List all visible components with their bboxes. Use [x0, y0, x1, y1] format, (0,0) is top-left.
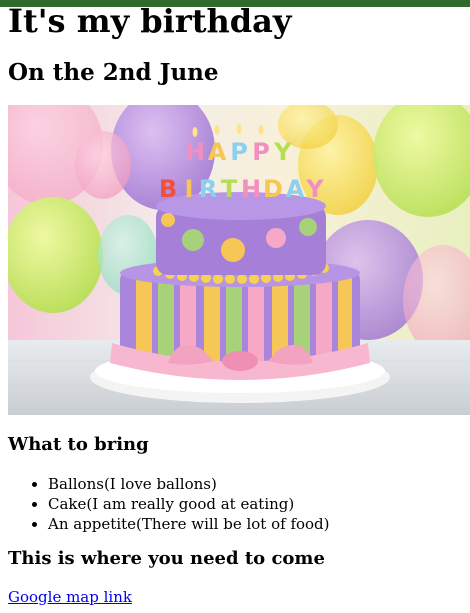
list-item: An appetite(There will be lot of food)	[48, 514, 330, 534]
bring-heading: What to bring	[8, 434, 149, 455]
list-item: Ballons(I love ballons)	[48, 474, 330, 494]
svg-text:P: P	[252, 138, 270, 166]
page-subtitle: On the 2nd June	[8, 59, 219, 86]
svg-text:Y: Y	[273, 138, 292, 166]
svg-text:A: A	[208, 138, 227, 166]
svg-text:B: B	[159, 175, 177, 203]
svg-text:D: D	[263, 175, 283, 203]
svg-text:H: H	[185, 138, 205, 166]
birthday-cake-image: H A P P Y B I R T H D A Y	[8, 105, 470, 415]
svg-text:R: R	[199, 175, 217, 203]
location-heading: This is where you need to come	[8, 548, 325, 569]
list-item: Cake(I am really good at eating)	[48, 494, 330, 514]
google-map-link[interactable]: Google map link	[8, 588, 132, 606]
page-title: It's my birthday	[8, 2, 292, 40]
svg-text:P: P	[230, 138, 248, 166]
svg-text:H: H	[241, 175, 261, 203]
cake-icon: H A P P Y B I R T H D A Y	[8, 105, 470, 415]
bring-list: Ballons(I love ballons) Cake(I am really…	[8, 474, 330, 534]
svg-text:Y: Y	[305, 175, 324, 203]
svg-text:A: A	[286, 175, 305, 203]
svg-text:T: T	[221, 175, 238, 203]
svg-text:I: I	[185, 175, 194, 203]
